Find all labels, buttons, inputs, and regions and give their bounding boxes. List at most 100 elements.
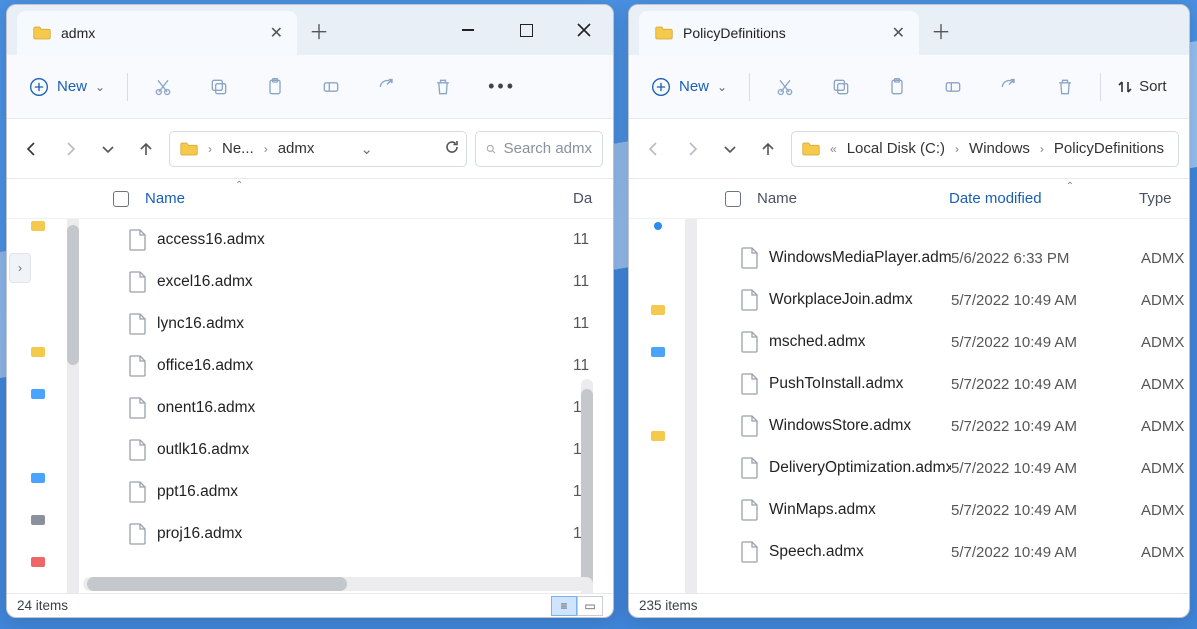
separator xyxy=(749,73,750,101)
breadcrumb-back[interactable]: « xyxy=(830,142,837,156)
file-row[interactable]: lync16.admx11 xyxy=(83,303,613,345)
file-name: ppt16.admx xyxy=(157,483,573,501)
file-row[interactable]: office16.admx11 xyxy=(83,345,613,387)
maximize-button[interactable] xyxy=(497,5,555,55)
breadcrumb-seg[interactable]: Windows xyxy=(969,140,1030,157)
select-all-checkbox[interactable] xyxy=(113,191,129,207)
file-icon xyxy=(129,271,147,293)
scrollbar-vertical[interactable] xyxy=(67,219,79,593)
refresh-button[interactable] xyxy=(444,139,460,159)
select-all-checkbox[interactable] xyxy=(725,191,741,207)
forward-button[interactable] xyxy=(55,134,85,164)
file-row[interactable]: onent16.admx11 xyxy=(83,387,613,429)
file-date: 5/7/2022 10:49 AM xyxy=(951,544,1141,561)
scrollbar-horizontal[interactable] xyxy=(83,577,593,591)
folder-icon xyxy=(655,26,673,40)
file-row[interactable] xyxy=(711,219,1189,237)
file-row[interactable]: DeliveryOptimization.admx5/7/2022 10:49 … xyxy=(711,447,1189,489)
file-date: 5/7/2022 10:49 AM xyxy=(951,460,1141,477)
paste-button[interactable] xyxy=(870,67,924,107)
breadcrumb-seg[interactable]: admx xyxy=(278,140,315,157)
column-date[interactable]: Da xyxy=(573,190,613,207)
file-name: office16.admx xyxy=(157,357,573,375)
tab-close-button[interactable]: ✕ xyxy=(892,23,905,43)
address-bar[interactable]: « Local Disk (C:) › Windows › PolicyDefi… xyxy=(791,131,1179,167)
file-row[interactable]: WindowsStore.admx5/7/2022 10:49 AMADMX xyxy=(711,405,1189,447)
tab-active[interactable]: PolicyDefinitions ✕ xyxy=(639,11,919,55)
more-button[interactable]: ••• xyxy=(472,67,526,107)
paste-button[interactable] xyxy=(248,67,302,107)
column-name[interactable]: Name xyxy=(757,190,949,207)
titlebar[interactable]: PolicyDefinitions ✕ ＋ xyxy=(629,5,1189,55)
delete-button[interactable] xyxy=(1038,67,1092,107)
file-row[interactable]: Speech.admx5/7/2022 10:49 AMADMX xyxy=(711,531,1189,573)
file-row[interactable]: WorkplaceJoin.admx5/7/2022 10:49 AMADMX xyxy=(711,279,1189,321)
cut-button[interactable] xyxy=(758,67,812,107)
back-button[interactable] xyxy=(17,134,47,164)
tab-close-button[interactable]: ✕ xyxy=(270,23,283,43)
share-button[interactable] xyxy=(982,67,1036,107)
rename-button[interactable] xyxy=(304,67,358,107)
file-icon xyxy=(129,523,147,545)
file-date: 5/7/2022 10:49 AM xyxy=(951,376,1141,393)
item-count: 235 items xyxy=(639,598,698,613)
tab-active[interactable]: admx ✕ xyxy=(17,11,297,55)
breadcrumb-seg[interactable]: Ne... xyxy=(222,140,254,157)
file-icon xyxy=(741,415,759,437)
new-button[interactable]: New ⌄ xyxy=(637,69,741,105)
tab-title: admx xyxy=(61,25,95,41)
file-row[interactable]: WinMaps.admx5/7/2022 10:49 AMADMX xyxy=(711,489,1189,531)
file-row[interactable]: WindowsMediaPlayer.admx5/6/2022 6:33 PMA… xyxy=(711,237,1189,279)
share-button[interactable] xyxy=(360,67,414,107)
item-count: 24 items xyxy=(17,598,68,613)
new-button[interactable]: New ⌄ xyxy=(15,69,119,105)
file-type: ADMX xyxy=(1141,292,1189,309)
sort-button[interactable]: Sort xyxy=(1117,78,1167,95)
titlebar[interactable]: admx ✕ ＋ xyxy=(7,5,613,55)
breadcrumb-seg[interactable]: PolicyDefinitions xyxy=(1054,140,1164,157)
chevron-down-icon[interactable]: ⌄ xyxy=(360,140,373,158)
file-type: ADMX xyxy=(1141,334,1189,351)
rename-button[interactable] xyxy=(926,67,980,107)
file-row[interactable]: proj16.admx11 xyxy=(83,513,613,555)
file-icon xyxy=(129,439,147,461)
new-tab-button[interactable]: ＋ xyxy=(297,5,341,55)
minimize-button[interactable] xyxy=(439,5,497,55)
recent-button[interactable] xyxy=(93,134,123,164)
file-row[interactable]: msched.admx5/7/2022 10:49 AMADMX xyxy=(711,321,1189,363)
new-tab-button[interactable]: ＋ xyxy=(919,5,963,55)
breadcrumb-seg[interactable]: Local Disk (C:) xyxy=(847,140,945,157)
scrollbar-vertical[interactable] xyxy=(581,379,593,593)
up-button[interactable] xyxy=(131,134,161,164)
file-row[interactable]: access16.admx11 xyxy=(83,219,613,261)
nav-row: « Local Disk (C:) › Windows › PolicyDefi… xyxy=(629,119,1189,179)
file-icon xyxy=(129,397,147,419)
copy-button[interactable] xyxy=(192,67,246,107)
file-row[interactable]: outlk16.admx11 xyxy=(83,429,613,471)
copy-button[interactable] xyxy=(814,67,868,107)
file-date: 11 xyxy=(573,315,613,333)
explorer-window-right: PolicyDefinitions ✕ ＋ New ⌄ Sort « xyxy=(628,4,1190,618)
file-list: WindowsMediaPlayer.admx5/6/2022 6:33 PMA… xyxy=(629,219,1189,593)
column-name[interactable]: Name ⌃ xyxy=(145,190,573,207)
file-row[interactable]: ppt16.admx11 xyxy=(83,471,613,513)
search-input[interactable]: Search admx xyxy=(475,131,603,167)
file-row[interactable]: PushToInstall.admx5/7/2022 10:49 AMADMX xyxy=(711,363,1189,405)
forward-button[interactable] xyxy=(677,134,707,164)
details-view-button[interactable]: ≡ xyxy=(551,596,577,616)
delete-button[interactable] xyxy=(416,67,470,107)
address-bar[interactable]: › Ne... › admx ⌄ xyxy=(169,131,467,167)
close-window-button[interactable] xyxy=(555,5,613,55)
file-row[interactable]: excel16.admx11 xyxy=(83,261,613,303)
sort-indicator-icon: ⌃ xyxy=(1066,181,1074,192)
search-placeholder: Search admx xyxy=(504,140,592,157)
icons-view-button[interactable]: ▭ xyxy=(577,596,603,616)
column-type[interactable]: Type xyxy=(1139,190,1189,207)
recent-button[interactable] xyxy=(715,134,745,164)
file-name: WinMaps.admx xyxy=(769,501,951,519)
up-button[interactable] xyxy=(753,134,783,164)
back-button[interactable] xyxy=(639,134,669,164)
cut-button[interactable] xyxy=(136,67,190,107)
sort-indicator-icon: ⌃ xyxy=(235,180,243,191)
column-date[interactable]: Date modified ⌃ xyxy=(949,190,1139,207)
